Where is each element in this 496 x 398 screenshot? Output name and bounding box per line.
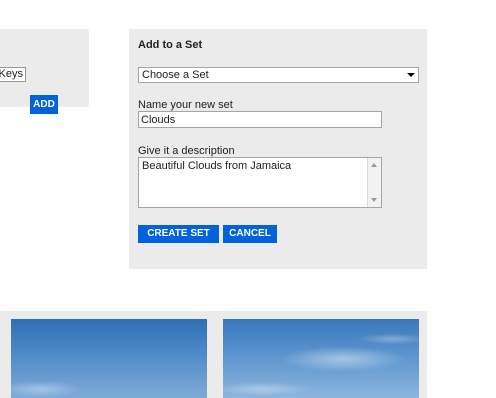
description-label: Give it a description <box>138 145 235 157</box>
create-set-button[interactable]: CREATE SET <box>138 225 219 243</box>
cancel-button[interactable]: CANCEL <box>223 225 277 243</box>
panel-title: Add to a Set <box>138 39 203 51</box>
photo-thumbnail[interactable] <box>11 319 207 398</box>
description-text: Beautiful Clouds from Jamaica <box>142 160 292 172</box>
scroll-up-icon[interactable] <box>371 163 377 167</box>
textarea-scrollbar[interactable] <box>367 158 381 207</box>
choose-set-select[interactable]: Choose a Set <box>138 67 419 83</box>
name-label: Name your new set <box>138 99 233 111</box>
description-textarea[interactable]: Beautiful Clouds from Jamaica <box>138 157 382 208</box>
tag-panel: s Keys ADD <box>0 29 89 114</box>
select-value: Choose a Set <box>142 69 209 81</box>
dropdown-arrow-icon <box>407 73 415 77</box>
tag-input[interactable]: s Keys <box>0 67 26 82</box>
photo-strip <box>0 311 427 398</box>
add-tag-button[interactable]: ADD <box>30 95 58 114</box>
scroll-down-icon[interactable] <box>371 198 377 202</box>
set-name-input[interactable] <box>138 111 382 128</box>
add-to-set-panel: Add to a Set Choose a Set Name your new … <box>129 29 427 269</box>
photo-thumbnail[interactable] <box>223 319 419 398</box>
